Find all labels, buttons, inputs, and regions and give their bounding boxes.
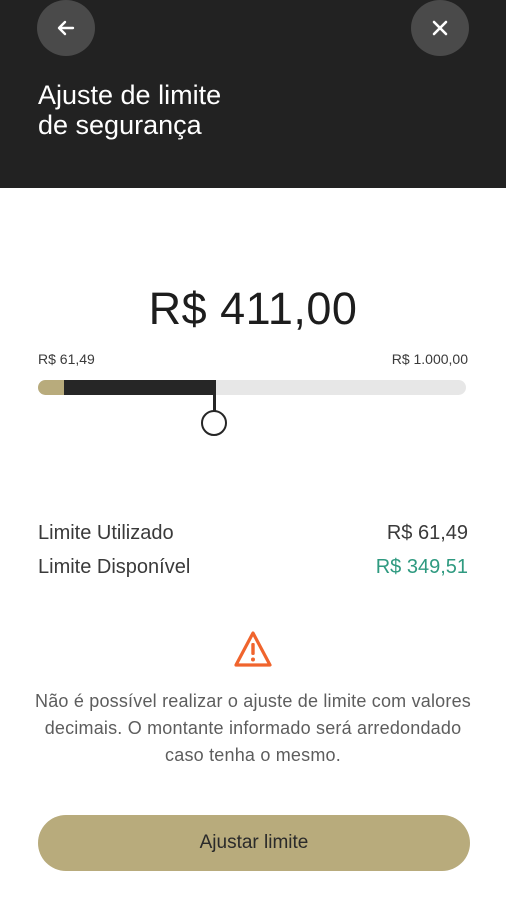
current-limit-amount: R$ 411,00 [148,283,358,334]
available-limit-value: R$ 349,51 [375,556,468,578]
slider-used-segment [38,380,64,395]
page-title: Ajuste de limite de segurança [38,80,221,140]
close-icon [432,20,448,36]
warning-triangle-icon [234,631,272,667]
slider-max-label: R$ 1.000,00 [391,351,468,367]
available-limit-row: Limite Disponível R$ 349,51 [38,556,468,579]
used-limit-value: R$ 61,49 [386,522,468,544]
arrow-left-icon [57,20,75,36]
back-button[interactable] [37,0,95,56]
header: Ajuste de limite de segurança [0,0,506,188]
page-title-line2: de segurança [38,110,202,140]
page-title-line1: Ajuste de limite [38,80,222,110]
warning-message: Não é possível realizar o ajuste de limi… [35,691,471,765]
adjust-limit-button[interactable]: Ajustar limite [38,815,470,871]
used-limit-row: Limite Utilizado R$ 61,49 [38,522,468,545]
used-limit-label: Limite Utilizado [38,522,174,544]
slider-handle[interactable] [201,410,227,436]
slider-selected-segment [64,380,214,395]
limit-slider[interactable] [38,380,466,436]
close-button[interactable] [411,0,469,56]
available-limit-label: Limite Disponível [38,556,191,578]
slider-min-label: R$ 61,49 [38,351,95,367]
